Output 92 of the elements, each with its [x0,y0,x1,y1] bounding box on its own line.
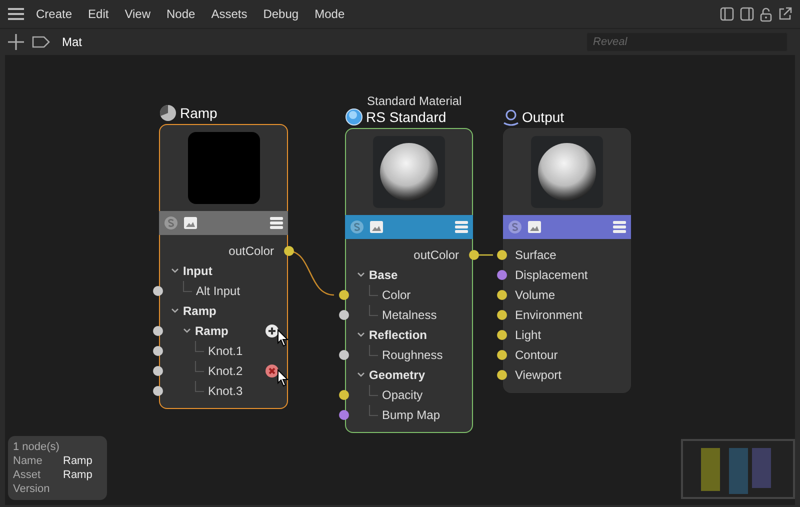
port-label: Bump Map [382,408,440,422]
port-label: Knot.1 [208,344,243,358]
menu-item[interactable]: Create [28,7,80,21]
port-dot[interactable] [497,290,507,300]
chevron-down-icon[interactable] [171,268,179,274]
external-link-icon[interactable] [778,7,792,21]
port-dot[interactable] [339,310,349,320]
menu-item[interactable]: Assets [203,7,256,21]
info-label: Version [13,482,51,496]
port-dot[interactable] [497,350,507,360]
add-icon[interactable] [8,34,24,50]
port-label: Color [382,288,411,302]
ramp-preview [188,132,260,204]
port-label: Environment [515,308,582,322]
port-label: Opacity [382,388,423,402]
info-value: Ramp [63,468,92,482]
cursor-icon [277,369,289,387]
port-dot[interactable] [497,370,507,380]
port-dot[interactable] [153,366,163,376]
port-label: Roughness [382,348,443,362]
sphere-icon [345,108,363,126]
left-panel-icon[interactable] [720,7,734,21]
port-label: Metalness [382,308,437,322]
port-dot[interactable] [153,286,163,296]
port-label: Alt Input [196,284,240,298]
port-label: Contour [515,348,558,362]
node-title: RS Standard [366,109,446,125]
material-preview [373,136,445,208]
port-label: Volume [515,288,556,302]
output-node-icon [503,108,519,126]
port-label: Knot.2 [208,364,243,378]
port-label: outColor [414,248,459,262]
image-icon[interactable] [370,221,383,233]
group-label: Ramp [195,324,228,338]
port-dot[interactable] [497,250,507,260]
port-dot[interactable] [339,390,349,400]
port-dot[interactable] [469,250,479,260]
group-label: Base [369,268,398,282]
lock-icon[interactable] [760,6,772,22]
menu-item[interactable]: Node [158,7,204,21]
chevron-down-icon[interactable] [357,272,365,278]
remove-icon[interactable] [265,364,279,378]
node-title: Ramp [180,105,218,121]
material-preview [531,136,603,208]
group-label: Reflection [369,328,428,342]
port-label: Knot.3 [208,384,243,398]
menu-item[interactable]: Mode [306,7,353,21]
port-dot[interactable] [153,326,163,336]
image-icon[interactable] [528,221,541,233]
menu-item[interactable]: View [116,7,159,21]
search-field[interactable]: Reveal [586,32,788,52]
node-subtitle: Standard Material [367,94,462,108]
port-dot[interactable] [153,386,163,396]
port-dot[interactable] [497,270,507,280]
port-dot[interactable] [339,410,349,420]
ramp-node-icon [159,104,177,122]
info-label: Name [13,454,44,468]
menu-item[interactable]: Debug [255,7,307,21]
right-panel-icon[interactable] [740,7,754,21]
port-label: Light [515,328,542,342]
breadcrumb[interactable]: Mat [62,35,82,49]
port-label: Viewport [515,368,562,382]
menu-icon[interactable] [270,217,283,229]
port-label: Displacement [515,268,588,282]
cursor-icon [277,329,289,347]
group-label: Geometry [369,368,426,382]
port-dot[interactable] [497,330,507,340]
port-dot[interactable] [339,350,349,360]
chevron-down-icon[interactable] [357,332,365,338]
node-count: 1 node(s) [13,440,60,454]
port-label: outColor [228,244,274,258]
image-icon[interactable] [184,217,197,229]
menu-icon[interactable] [455,221,468,233]
chevron-down-icon[interactable] [171,308,179,314]
tag-icon[interactable] [32,36,50,48]
menu-icon[interactable] [8,8,24,20]
menu-item[interactable]: Edit [80,7,117,21]
minimap[interactable] [681,439,795,499]
port-dot[interactable] [284,246,294,256]
add-icon[interactable] [265,324,279,338]
group-label: Input [183,264,212,278]
port-dot[interactable] [339,290,349,300]
menu-icon[interactable] [613,221,626,233]
port-dot[interactable] [497,310,507,320]
info-value: Ramp [63,454,92,468]
port-label: Surface [515,248,556,262]
chevron-down-icon[interactable] [183,328,191,334]
node-title: Output [522,109,564,125]
chevron-down-icon[interactable] [357,372,365,378]
group-label: Ramp [183,304,216,318]
info-label: Asset [13,468,42,482]
port-dot[interactable] [153,346,163,356]
